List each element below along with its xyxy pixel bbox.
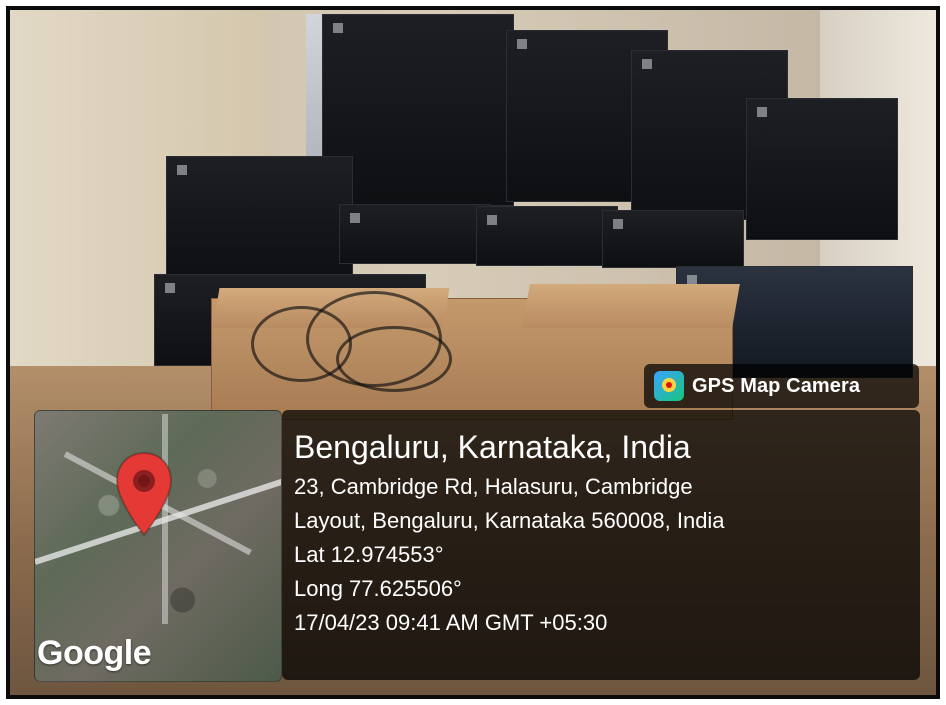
cable xyxy=(336,326,452,392)
pc-unit xyxy=(476,206,618,266)
timestamp: 17/04/23 09:41 AM GMT +05:30 xyxy=(294,610,608,635)
pc-unit xyxy=(746,98,898,240)
address-line-1: 23, Cambridge Rd, Halasuru, Cambridge xyxy=(294,474,693,499)
google-watermark: Google xyxy=(37,634,152,672)
map-pin-icon xyxy=(113,451,175,537)
pc-unit xyxy=(166,156,353,278)
pc-unit xyxy=(339,204,491,264)
location-info-panel: Bengaluru, Karnataka, India 23, Cambridg… xyxy=(282,410,920,680)
latitude: Lat 12.974553° xyxy=(294,542,444,567)
gps-brand-badge: GPS Map Camera xyxy=(644,364,919,408)
gps-brand-label: GPS Map Camera xyxy=(692,374,861,397)
gps-map-camera-icon xyxy=(654,371,684,401)
address-line-2: Layout, Bengaluru, Karnataka 560008, Ind… xyxy=(294,508,725,533)
box-flap xyxy=(522,284,740,328)
longitude: Long 77.625506° xyxy=(294,576,462,601)
location-title: Bengaluru, Karnataka, India xyxy=(294,429,691,465)
map-thumbnail: Google xyxy=(34,410,282,682)
pc-unit xyxy=(602,210,744,268)
